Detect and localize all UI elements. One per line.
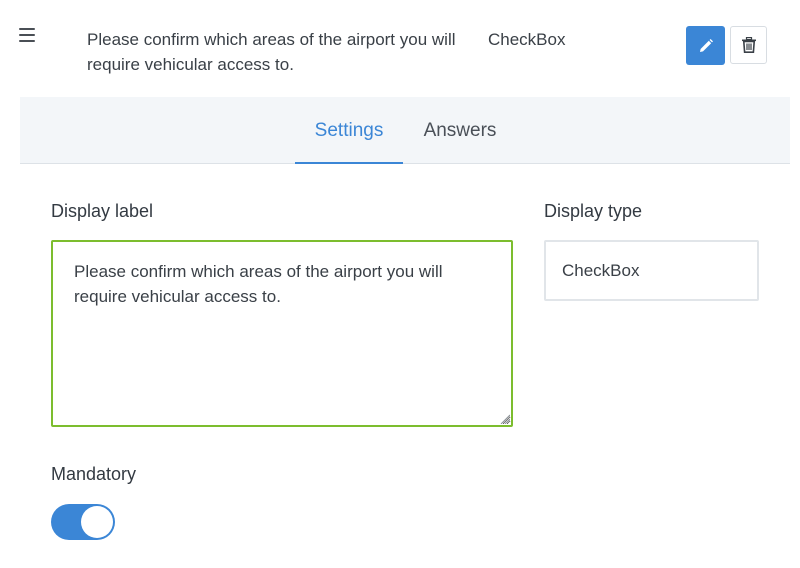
delete-button[interactable] [730,26,767,64]
resize-grip-icon[interactable] [500,414,510,424]
tab-settings[interactable]: Settings [295,97,403,164]
display-type-field[interactable]: CheckBox [544,240,759,301]
question-type: CheckBox [488,30,566,49]
toggle-knob [81,506,113,538]
drag-handle-icon[interactable] [19,28,35,42]
pencil-icon [699,38,713,52]
mandatory-heading: Mandatory [51,464,137,484]
edit-button[interactable] [686,26,725,65]
trash-icon [741,37,756,53]
question-title: Please confirm which areas of the airpor… [87,30,456,74]
display-label-heading: Display label [51,201,154,221]
display-label-textarea[interactable]: Please confirm which areas of the airpor… [51,240,513,427]
mandatory-toggle[interactable] [51,504,115,540]
tab-answers[interactable]: Answers [408,97,512,164]
tabs-bar: Settings Answers [20,97,790,164]
display-type-heading: Display type [544,201,643,221]
